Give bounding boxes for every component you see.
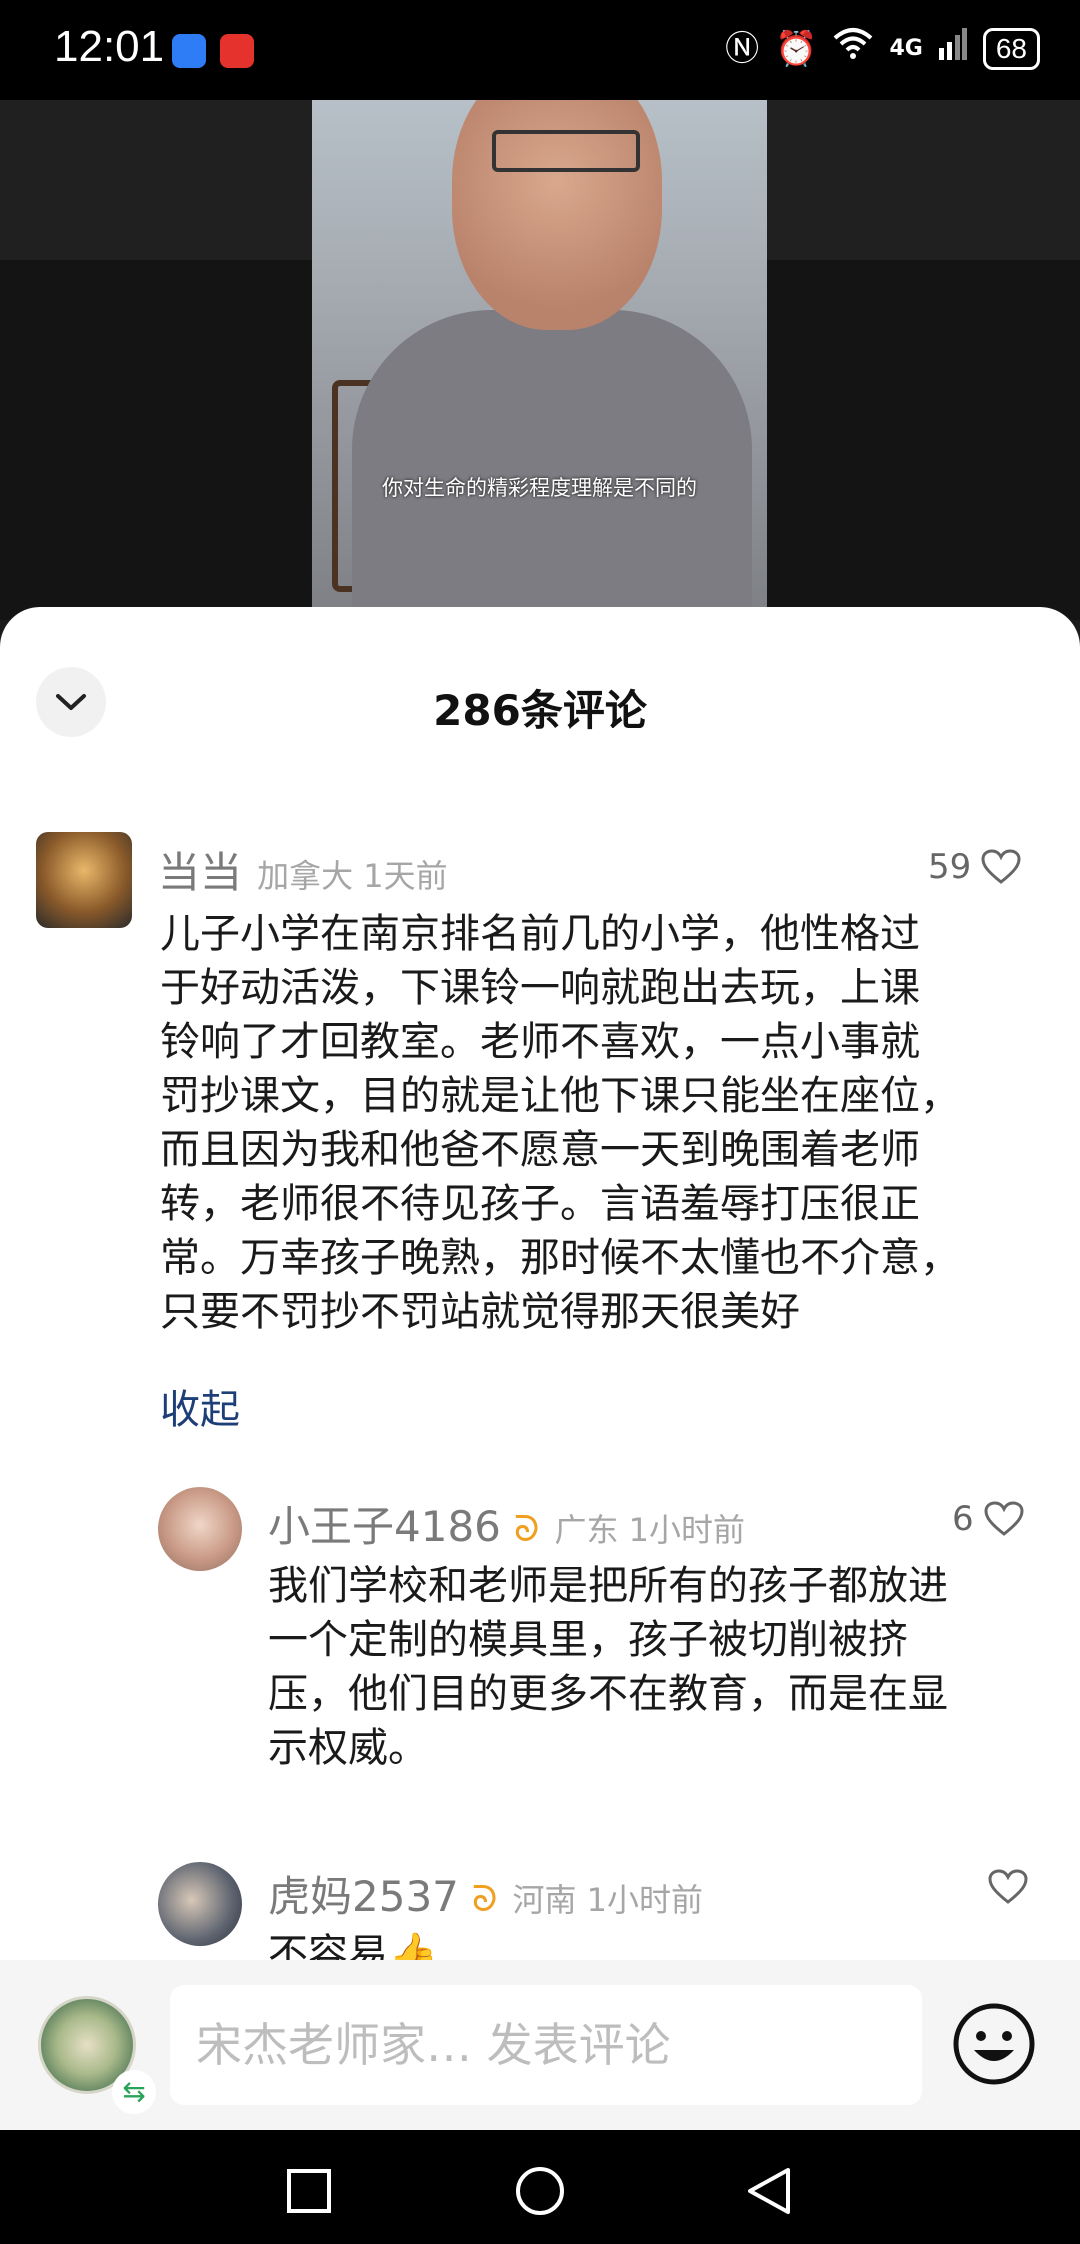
comment-input[interactable]: 宋杰老师家… 发表评论 <box>170 1985 922 2105</box>
video-player[interactable]: 你对生命的精彩程度理解是不同的 <box>312 100 767 620</box>
status-icons: Ⓝ ⏰ 4G 68 <box>725 26 1040 71</box>
like-count: 6 <box>952 1499 974 1539</box>
system-nav-bar <box>0 2130 1080 2244</box>
comment-author[interactable]: 当当 <box>158 848 242 897</box>
battery-indicator: 68 <box>982 27 1040 70</box>
network-type: 4G <box>889 36 923 61</box>
emoji-button[interactable] <box>952 2002 1036 2086</box>
reply-text: 我们学校和老师是把所有的孩子都放进 一个定制的模具里，孩子被切削被挤 压，他们目… <box>268 1563 948 1771</box>
recent-apps-icon <box>287 2169 331 2213</box>
switch-identity-icon[interactable]: ⇆ <box>112 2070 156 2114</box>
comment-meta: 当当 加拿大 1天前 <box>158 839 448 900</box>
avatar[interactable] <box>158 1862 242 1946</box>
status-time: 12:01 <box>54 22 165 71</box>
reply-location-time: 河南 1小时前 <box>512 1881 703 1919</box>
like-count: 59 <box>928 847 972 887</box>
video-subtitle: 你对生命的精彩程度理解是不同的 <box>382 476 697 500</box>
back-icon <box>748 2168 790 2214</box>
reply-meta: 虎妈2537 ᘐ 河南 1小时前 <box>268 1863 703 1924</box>
like-button[interactable]: 59 <box>928 847 1021 887</box>
comment-text: 儿子小学在南京排名前几的小学，他性格过 于好动活泼，下课铃一响就跑出去玩，上课 … <box>160 911 960 1335</box>
ribbon-badge-icon: ᘐ <box>471 1879 498 1920</box>
reply-author[interactable]: 虎妈2537 <box>268 1872 459 1921</box>
avatar[interactable] <box>158 1487 242 1571</box>
ribbon-badge-icon: ᘐ <box>513 1509 540 1550</box>
collapse-comment-link[interactable]: 收起 <box>160 1377 240 1435</box>
avatar[interactable] <box>36 832 132 928</box>
video-person-body <box>352 310 752 620</box>
heart-icon <box>988 1869 1028 1904</box>
reply-author[interactable]: 小王子4186 <box>268 1502 501 1551</box>
comment-count-title: 286条评论 <box>433 686 647 735</box>
smiley-icon <box>953 2003 1035 2085</box>
status-bar: 12:01 Ⓝ ⏰ 4G 68 <box>0 0 1080 100</box>
comment-location-time: 加拿大 1天前 <box>257 857 448 895</box>
wifi-icon <box>833 26 873 71</box>
signal-icon <box>938 26 967 71</box>
comment-input-bar: ⇆ 宋杰老师家… 发表评论 <box>0 1960 1080 2130</box>
video-person-glasses <box>492 130 640 172</box>
comment-sheet: 286条评论 当当 加拿大 1天前 59 儿子小学在南京排名前几的小学，他性格过… <box>0 607 1080 2130</box>
nfc-icon: Ⓝ <box>725 28 760 69</box>
app-notification-icon <box>220 34 254 68</box>
app-notification-icon <box>172 34 206 68</box>
like-button[interactable] <box>988 1869 1028 1905</box>
like-button[interactable]: 6 <box>952 1499 1024 1539</box>
reply-location-time: 广东 1小时前 <box>554 1511 745 1549</box>
heart-icon <box>981 849 1021 884</box>
reply-meta: 小王子4186 ᘐ 广东 1小时前 <box>268 1493 745 1554</box>
alarm-icon: ⏰ <box>775 28 818 69</box>
heart-icon <box>984 1501 1024 1536</box>
home-icon <box>516 2167 564 2215</box>
